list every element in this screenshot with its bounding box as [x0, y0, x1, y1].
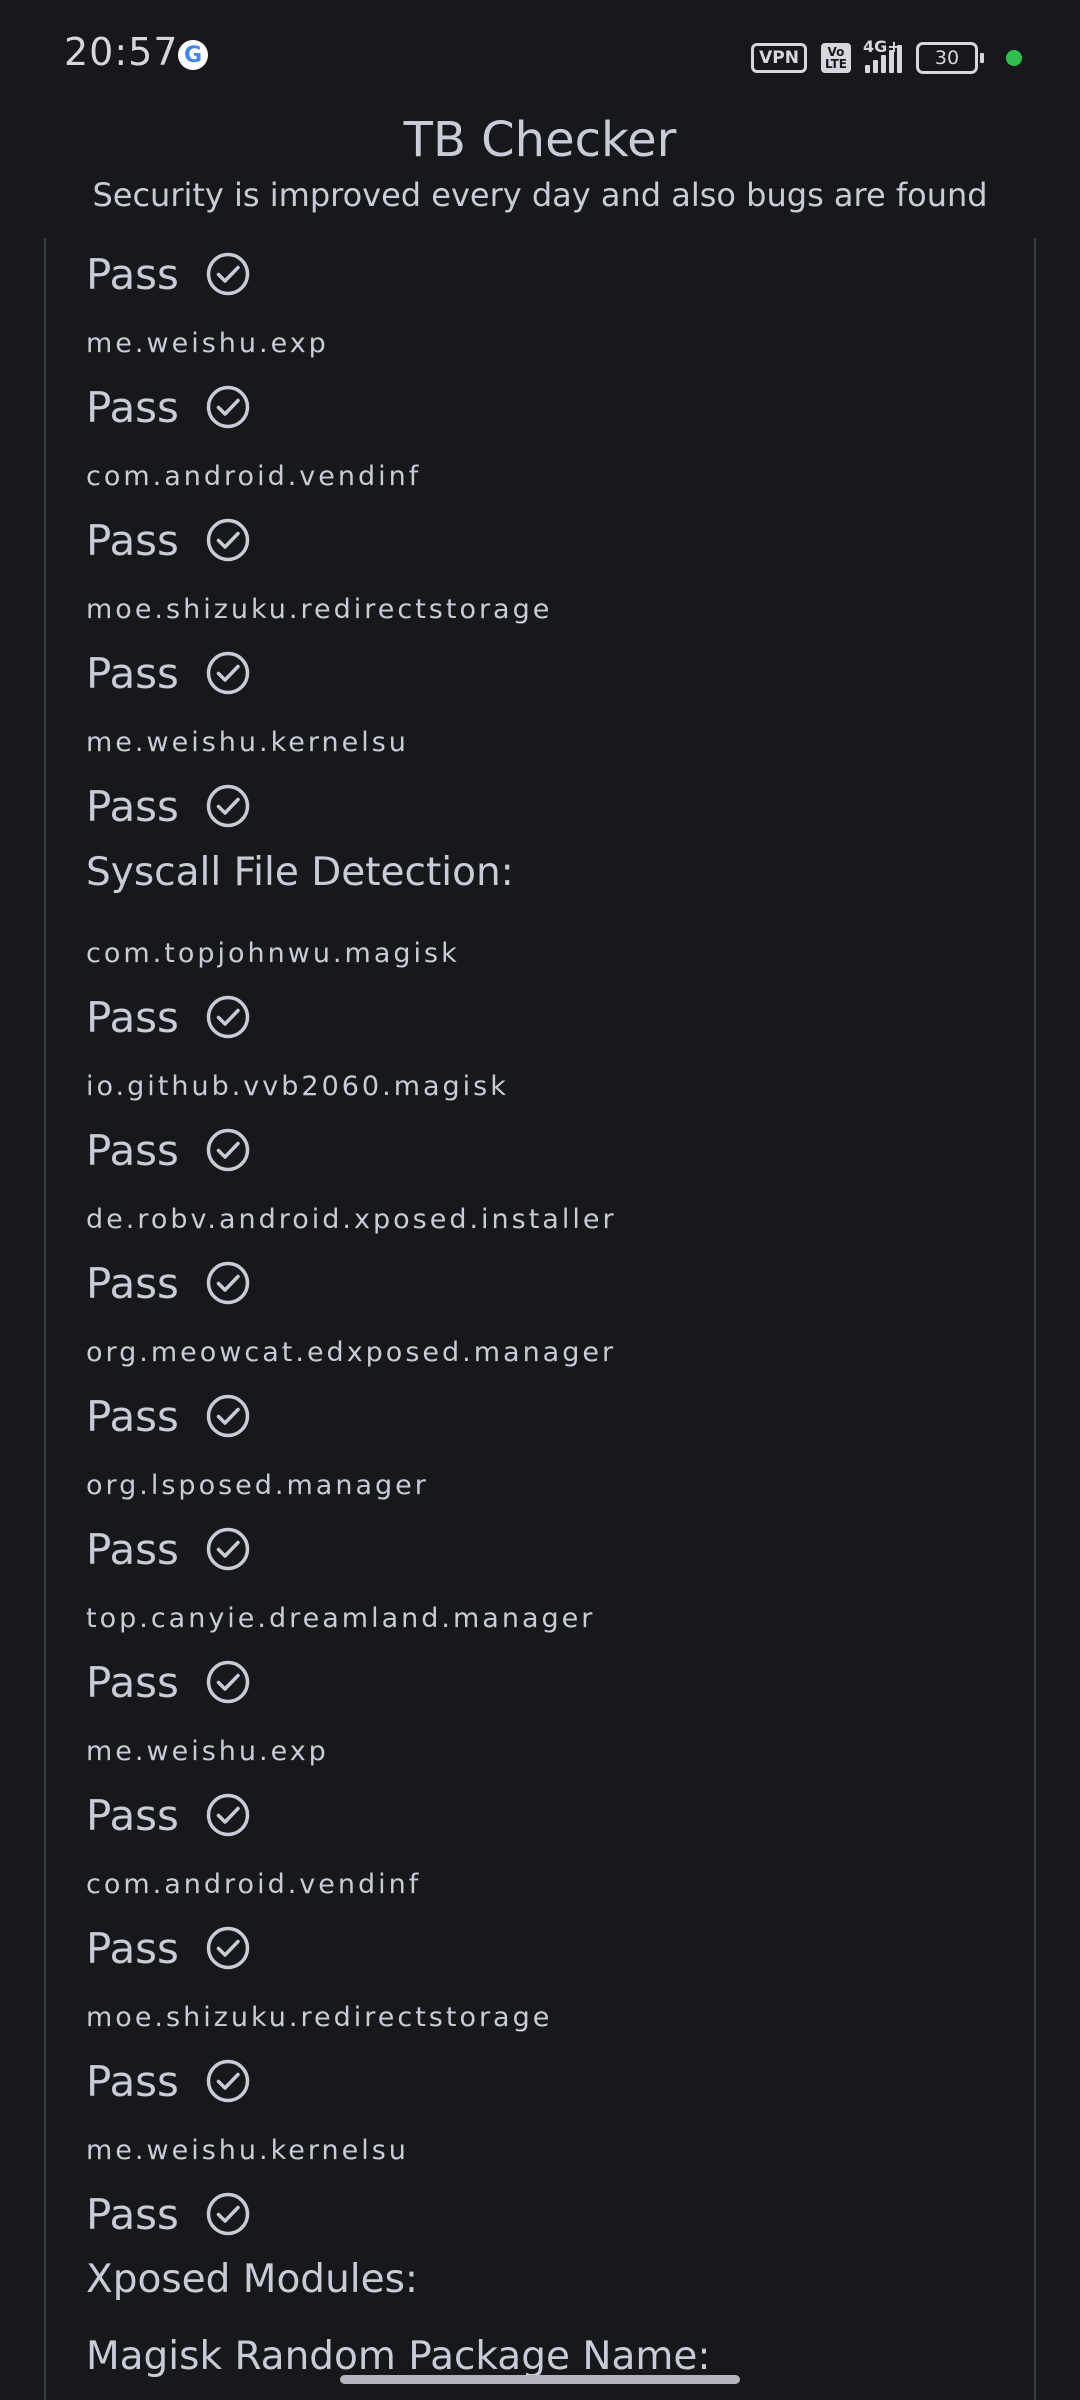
app-title: TB Checker [403, 112, 677, 168]
gesture-nav-handle[interactable] [340, 2375, 740, 2384]
pass-row: Pass [86, 2184, 251, 2244]
section-title-syscall: Syscall File Detection: [86, 850, 514, 895]
volte-icon: Vo LTE [820, 43, 851, 73]
privacy-indicator-dot [1006, 50, 1022, 66]
pass-row: Pass [86, 377, 251, 437]
check-circle-icon [206, 1793, 250, 1837]
package-name: me.weishu.exp [86, 328, 329, 359]
pass-label: Pass [86, 781, 179, 831]
section-title-magisk-random: Magisk Random Package Name: [86, 2334, 711, 2379]
pass-row: Pass [86, 510, 251, 570]
app-subtitle: Security is improved every day and also … [92, 176, 988, 214]
package-name: top.canyie.dreamland.manager [86, 1603, 596, 1634]
check-circle-icon [206, 1660, 250, 1704]
status-icons: VPN Vo LTE 4G+ 30 [751, 37, 1022, 76]
results-card[interactable]: Pass me.weishu.exp Pass com.android.vend… [44, 238, 1036, 2400]
check-circle-icon [206, 1527, 250, 1571]
package-name: me.weishu.exp [86, 1736, 329, 1767]
pass-row: Pass [86, 244, 251, 304]
google-g-icon: G [178, 40, 208, 70]
package-name: org.meowcat.edxposed.manager [86, 1337, 617, 1368]
check-circle-icon [206, 2059, 250, 2103]
package-name: org.lsposed.manager [86, 1470, 429, 1501]
check-circle-icon [206, 1261, 250, 1305]
package-name: com.topjohnwu.magisk [86, 938, 460, 969]
pass-label: Pass [86, 382, 179, 432]
pass-row: Pass [86, 2051, 251, 2111]
check-circle-icon [206, 995, 250, 1039]
pass-label: Pass [86, 2056, 179, 2106]
check-circle-icon [206, 784, 250, 828]
package-name: moe.shizuku.redirectstorage [86, 594, 553, 625]
check-circle-icon [206, 651, 250, 695]
pass-label: Pass [86, 1524, 179, 1574]
pass-row: Pass [86, 1652, 251, 1712]
pass-row: Pass [86, 1519, 251, 1579]
package-name: de.robv.android.xposed.installer [86, 1204, 617, 1235]
pass-label: Pass [86, 1391, 179, 1441]
battery-icon: 30 [916, 42, 984, 74]
package-name: io.github.vvb2060.magisk [86, 1071, 509, 1102]
pass-label: Pass [86, 2189, 179, 2239]
status-bar: 20:57 G VPN Vo LTE 4G+ 30 [0, 0, 1080, 110]
pass-label: Pass [86, 249, 179, 299]
pass-label: Pass [86, 1923, 179, 1973]
screen: 20:57 G VPN Vo LTE 4G+ 30 TB Checker Secu… [0, 0, 1080, 2400]
check-circle-icon [206, 385, 250, 429]
pass-row: Pass [86, 776, 251, 836]
pass-label: Pass [86, 1790, 179, 1840]
pass-row: Pass [86, 987, 251, 1047]
check-circle-icon [206, 1128, 250, 1172]
pass-label: Pass [86, 1258, 179, 1308]
pass-label: Pass [86, 648, 179, 698]
pass-label: Pass [86, 1125, 179, 1175]
pass-row: Pass [86, 1918, 251, 1978]
pass-row: Pass [86, 1253, 251, 1313]
pass-label: Pass [86, 1657, 179, 1707]
pass-row: Pass [86, 1785, 251, 1845]
pass-row: Pass [86, 1120, 251, 1180]
signal-icon: 4G+ [863, 37, 902, 73]
package-name: me.weishu.kernelsu [86, 727, 409, 758]
package-name: com.android.vendinf [86, 461, 422, 492]
pass-label: Pass [86, 992, 179, 1042]
pass-label: Pass [86, 515, 179, 565]
check-circle-icon [206, 1926, 250, 1970]
vpn-icon: VPN [751, 43, 807, 73]
check-circle-icon [206, 252, 250, 296]
battery-level: 30 [916, 42, 978, 74]
section-title-xposed: Xposed Modules: [86, 2257, 419, 2302]
pass-row: Pass [86, 1386, 251, 1446]
check-circle-icon [206, 518, 250, 562]
network-type-label: 4G+ [863, 37, 901, 56]
status-time: 20:57 [64, 30, 179, 74]
package-name: me.weishu.kernelsu [86, 2135, 409, 2166]
pass-row: Pass [86, 643, 251, 703]
check-circle-icon [206, 1394, 250, 1438]
package-name: com.android.vendinf [86, 1869, 422, 1900]
package-name: moe.shizuku.redirectstorage [86, 2002, 553, 2033]
check-circle-icon [206, 2192, 250, 2236]
